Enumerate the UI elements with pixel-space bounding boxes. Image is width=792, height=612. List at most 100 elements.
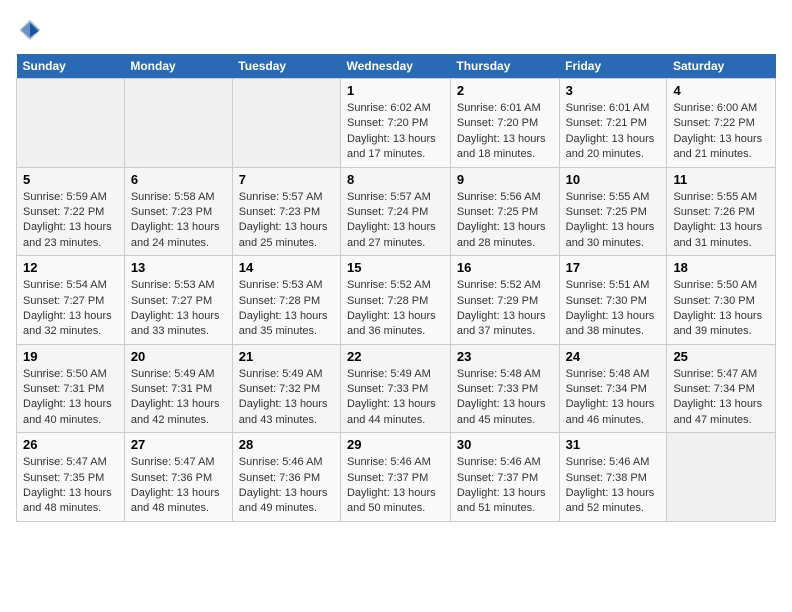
cell-content: Sunrise: 5:56 AMSunset: 7:25 PMDaylight:…	[457, 190, 553, 252]
day-number: 20	[131, 349, 226, 364]
calendar-header-monday: Monday	[124, 54, 232, 79]
calendar-header-sunday: Sunday	[17, 54, 125, 79]
calendar-cell: 2Sunrise: 6:01 AMSunset: 7:20 PMDaylight…	[450, 79, 559, 168]
cell-content: Sunrise: 5:53 AMSunset: 7:28 PMDaylight:…	[239, 278, 334, 340]
day-number: 19	[23, 349, 118, 364]
calendar-week-row: 12 Sunrise: 5:54 AMSunset: 7:27 PMDayligh…	[17, 256, 776, 345]
calendar-cell: 12 Sunrise: 5:54 AMSunset: 7:27 PMDayligh…	[17, 256, 125, 345]
calendar-cell	[124, 79, 232, 168]
calendar-header-friday: Friday	[559, 54, 667, 79]
calendar-week-row: 19 Sunrise: 5:50 AMSunset: 7:31 PMDayligh…	[17, 344, 776, 433]
cell-content: Sunrise: 5:52 AMSunset: 7:28 PMDaylight:…	[347, 278, 444, 340]
calendar-cell: 18 Sunrise: 5:50 AMSunset: 7:30 PMDayligh…	[667, 256, 776, 345]
calendar-header-saturday: Saturday	[667, 54, 776, 79]
calendar-cell: 25Sunrise: 5:47 AMSunset: 7:34 PMDayligh…	[667, 344, 776, 433]
day-number: 6	[131, 172, 226, 187]
day-number: 15	[347, 260, 444, 275]
cell-content: Sunrise: 5:46 AMSunset: 7:37 PMDaylight:…	[347, 455, 444, 517]
calendar-week-row: 26Sunrise: 5:47 AMSunset: 7:35 PMDayligh…	[17, 433, 776, 522]
day-number: 16	[457, 260, 553, 275]
calendar-cell	[667, 433, 776, 522]
day-number: 21	[239, 349, 334, 364]
cell-content: Sunrise: 5:50 AMSunset: 7:31 PMDaylight:…	[23, 367, 118, 429]
cell-content: Sunrise: 5:55 AMSunset: 7:25 PMDaylight:…	[566, 190, 661, 252]
calendar-cell: 14 Sunrise: 5:53 AMSunset: 7:28 PMDayligh…	[232, 256, 340, 345]
calendar-cell: 8 Sunrise: 5:57 AMSunset: 7:24 PMDaylight…	[340, 167, 450, 256]
cell-content: Sunrise: 5:46 AMSunset: 7:38 PMDaylight:…	[566, 455, 661, 517]
calendar-cell: 17Sunrise: 5:51 AMSunset: 7:30 PMDayligh…	[559, 256, 667, 345]
day-number: 23	[457, 349, 553, 364]
day-number: 24	[566, 349, 661, 364]
cell-content: Sunrise: 5:53 AMSunset: 7:27 PMDaylight:…	[131, 278, 226, 340]
calendar-cell: 29 Sunrise: 5:46 AMSunset: 7:37 PMDayligh…	[340, 433, 450, 522]
calendar-cell	[17, 79, 125, 168]
calendar-cell: 31 Sunrise: 5:46 AMSunset: 7:38 PMDayligh…	[559, 433, 667, 522]
calendar-cell: 9 Sunrise: 5:56 AMSunset: 7:25 PMDaylight…	[450, 167, 559, 256]
cell-content: Sunrise: 5:49 AMSunset: 7:32 PMDaylight:…	[239, 367, 334, 429]
cell-content: Sunrise: 6:00 AMSunset: 7:22 PMDaylight:…	[673, 101, 769, 163]
calendar-cell: 4 Sunrise: 6:00 AMSunset: 7:22 PMDaylight…	[667, 79, 776, 168]
calendar-cell: 26Sunrise: 5:47 AMSunset: 7:35 PMDayligh…	[17, 433, 125, 522]
cell-content: Sunrise: 5:52 AMSunset: 7:29 PMDaylight:…	[457, 278, 553, 340]
page-header	[16, 16, 776, 44]
cell-content: Sunrise: 5:49 AMSunset: 7:33 PMDaylight:…	[347, 367, 444, 429]
cell-content: Sunrise: 5:50 AMSunset: 7:30 PMDaylight:…	[673, 278, 769, 340]
calendar-cell: 10Sunrise: 5:55 AMSunset: 7:25 PMDayligh…	[559, 167, 667, 256]
day-number: 3	[566, 83, 661, 98]
calendar-cell: 13Sunrise: 5:53 AMSunset: 7:27 PMDayligh…	[124, 256, 232, 345]
calendar-cell: 15 Sunrise: 5:52 AMSunset: 7:28 PMDayligh…	[340, 256, 450, 345]
day-number: 31	[566, 437, 661, 452]
day-number: 29	[347, 437, 444, 452]
day-number: 12	[23, 260, 118, 275]
calendar-week-row: 1Sunrise: 6:02 AMSunset: 7:20 PMDaylight…	[17, 79, 776, 168]
cell-content: Sunrise: 5:47 AMSunset: 7:36 PMDaylight:…	[131, 455, 226, 517]
cell-content: Sunrise: 5:46 AMSunset: 7:36 PMDaylight:…	[239, 455, 334, 517]
cell-content: Sunrise: 5:57 AMSunset: 7:23 PMDaylight:…	[239, 190, 334, 252]
cell-content: Sunrise: 5:46 AMSunset: 7:37 PMDaylight:…	[457, 455, 553, 517]
day-number: 8	[347, 172, 444, 187]
day-number: 11	[673, 172, 769, 187]
day-number: 7	[239, 172, 334, 187]
calendar-cell: 21 Sunrise: 5:49 AMSunset: 7:32 PMDayligh…	[232, 344, 340, 433]
day-number: 22	[347, 349, 444, 364]
calendar-cell: 20 Sunrise: 5:49 AMSunset: 7:31 PMDayligh…	[124, 344, 232, 433]
calendar-cell: 22 Sunrise: 5:49 AMSunset: 7:33 PMDayligh…	[340, 344, 450, 433]
day-number: 5	[23, 172, 118, 187]
day-number: 17	[566, 260, 661, 275]
cell-content: Sunrise: 5:55 AMSunset: 7:26 PMDaylight:…	[673, 190, 769, 252]
calendar-cell: 3 Sunrise: 6:01 AMSunset: 7:21 PMDaylight…	[559, 79, 667, 168]
calendar-week-row: 5 Sunrise: 5:59 AMSunset: 7:22 PMDaylight…	[17, 167, 776, 256]
calendar-header-wednesday: Wednesday	[340, 54, 450, 79]
day-number: 9	[457, 172, 553, 187]
calendar-cell: 1Sunrise: 6:02 AMSunset: 7:20 PMDaylight…	[340, 79, 450, 168]
cell-content: Sunrise: 5:48 AMSunset: 7:33 PMDaylight:…	[457, 367, 553, 429]
cell-content: Sunrise: 5:49 AMSunset: 7:31 PMDaylight:…	[131, 367, 226, 429]
logo	[16, 16, 48, 44]
calendar-header-tuesday: Tuesday	[232, 54, 340, 79]
day-number: 25	[673, 349, 769, 364]
cell-content: Sunrise: 5:59 AMSunset: 7:22 PMDaylight:…	[23, 190, 118, 252]
cell-content: Sunrise: 6:02 AMSunset: 7:20 PMDaylight:…	[347, 101, 444, 163]
logo-icon	[16, 16, 44, 44]
calendar-body: 1Sunrise: 6:02 AMSunset: 7:20 PMDaylight…	[17, 79, 776, 522]
day-number: 27	[131, 437, 226, 452]
calendar-cell: 19 Sunrise: 5:50 AMSunset: 7:31 PMDayligh…	[17, 344, 125, 433]
day-number: 14	[239, 260, 334, 275]
calendar-cell: 11 Sunrise: 5:55 AMSunset: 7:26 PMDayligh…	[667, 167, 776, 256]
day-number: 26	[23, 437, 118, 452]
cell-content: Sunrise: 6:01 AMSunset: 7:21 PMDaylight:…	[566, 101, 661, 163]
day-number: 4	[673, 83, 769, 98]
calendar-cell: 23 Sunrise: 5:48 AMSunset: 7:33 PMDayligh…	[450, 344, 559, 433]
calendar-header-row: SundayMondayTuesdayWednesdayThursdayFrid…	[17, 54, 776, 79]
calendar-cell	[232, 79, 340, 168]
day-number: 30	[457, 437, 553, 452]
calendar-cell: 16 Sunrise: 5:52 AMSunset: 7:29 PMDayligh…	[450, 256, 559, 345]
calendar-cell: 27 Sunrise: 5:47 AMSunset: 7:36 PMDayligh…	[124, 433, 232, 522]
cell-content: Sunrise: 5:54 AMSunset: 7:27 PMDaylight:…	[23, 278, 118, 340]
cell-content: Sunrise: 5:57 AMSunset: 7:24 PMDaylight:…	[347, 190, 444, 252]
day-number: 18	[673, 260, 769, 275]
calendar-table: SundayMondayTuesdayWednesdayThursdayFrid…	[16, 54, 776, 522]
day-number: 28	[239, 437, 334, 452]
calendar-cell: 7 Sunrise: 5:57 AMSunset: 7:23 PMDaylight…	[232, 167, 340, 256]
calendar-header-thursday: Thursday	[450, 54, 559, 79]
